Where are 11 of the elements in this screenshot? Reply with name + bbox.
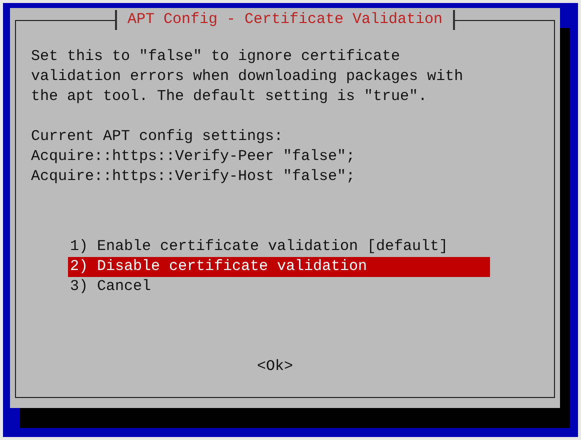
config-setting: Acquire::https::Verify-Peer "false"; bbox=[31, 147, 356, 167]
menu-item[interactable]: 2) Disable certificate validation bbox=[68, 257, 490, 277]
menu-item[interactable]: 3) Cancel bbox=[68, 277, 490, 297]
config-setting: Acquire::https::Verify-Host "false"; bbox=[31, 167, 356, 187]
description-line: Set this to "false" to ignore certificate bbox=[31, 47, 402, 67]
dialog-title: APT Config - Certificate Validation bbox=[115, 10, 455, 30]
ok-button[interactable]: <Ok> bbox=[256, 357, 293, 377]
description-line: the apt tool. The default setting is "true". bbox=[31, 87, 428, 107]
menu-item[interactable]: 1) Enable certificate validation [default] bbox=[68, 237, 490, 257]
description-line: validation errors when downloading packages with bbox=[31, 67, 464, 87]
settings-heading: Current APT config settings: bbox=[31, 127, 284, 147]
